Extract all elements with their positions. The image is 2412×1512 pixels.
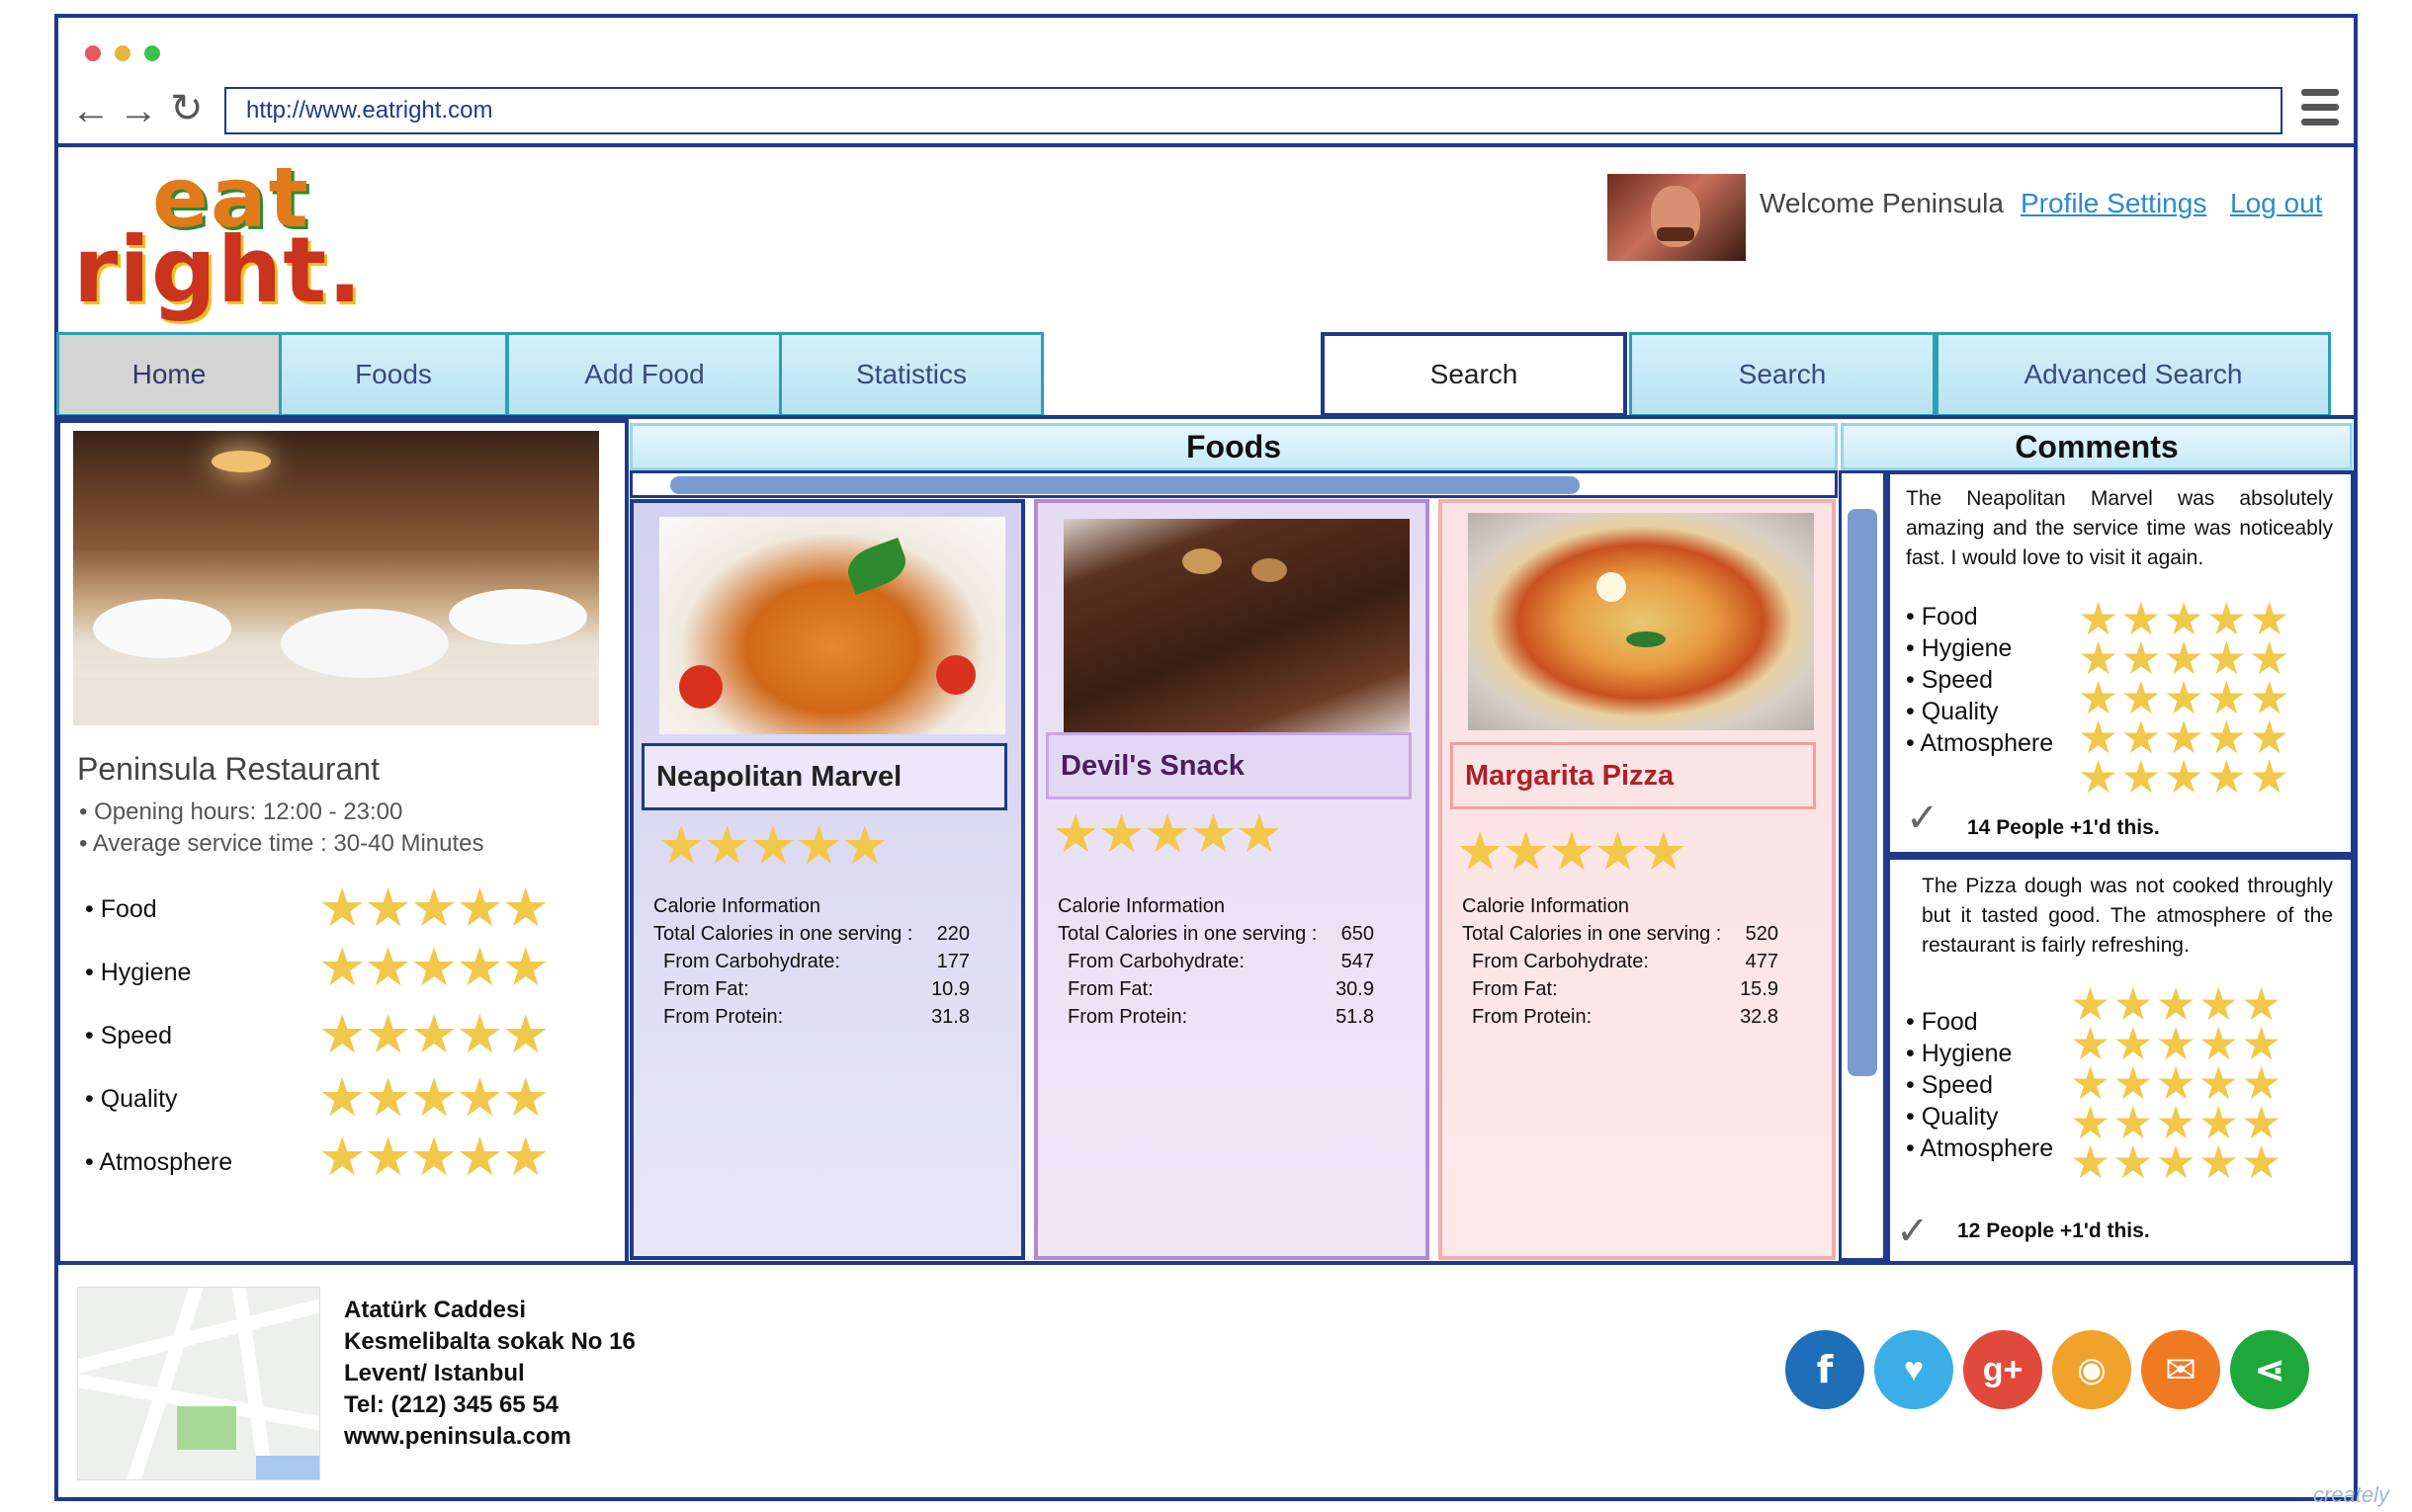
address-line: Levent/ Istanbul [344,1360,525,1386]
address-bar[interactable]: http://www.eatright.com [224,87,2283,134]
foods-header: Foods [630,423,1838,470]
email-icon[interactable]: ✉ [2141,1330,2220,1409]
food-image [1468,513,1814,730]
food-card[interactable]: Devil's Snack ★★★★★ Calorie Information … [1034,499,1429,1260]
comment-rating-stars: ★★★★★ ★★★★★ ★★★★★ ★★★★★ ★★★★★ [2070,978,2284,1188]
opening-hours: • Opening hours: 12:00 - 23:00 [79,798,403,825]
comment-rating-labels: • Food • Hygiene • Speed • Quality • Atm… [1906,603,2054,757]
nav-foods[interactable]: Foods [279,332,508,417]
comment-text: The Neapolitan Marvel was absolutely ama… [1906,487,2333,569]
nav-home[interactable]: Home [56,332,282,417]
website-link[interactable]: www.peninsula.com [344,1421,636,1453]
eatright-logo: eat right. [73,149,364,323]
footer-divider [54,1261,2358,1265]
checkmark-icon[interactable]: ✓ [1906,798,1939,838]
facebook-icon[interactable]: f [1785,1330,1864,1409]
address-line: Atatürk Caddesi [344,1297,527,1323]
chrome-divider [54,143,2358,147]
rating-stars-atmosphere: ★★★★★ [318,1128,550,1187]
foods-horizontal-scrollbar[interactable] [630,470,1838,498]
welcome-text: Welcome Peninsula [1760,188,2004,218]
nav-statistics[interactable]: Statistics [779,332,1044,417]
food-card[interactable]: Margarita Pizza ★★★★★ Calorie Informatio… [1438,499,1836,1260]
maximize-window-dot[interactable] [144,45,160,61]
service-time: • Average service time : 30-40 Minutes [79,830,484,857]
avatar[interactable] [1607,174,1746,261]
phone-number: Tel: (212) 345 65 54 [344,1391,560,1418]
creately-watermark: creately [2313,1482,2390,1507]
rating-stars-speed: ★★★★★ [318,1005,550,1064]
comment-likes: 14 People +1'd this. [1967,816,2160,839]
search-button[interactable]: Search [1629,332,1936,417]
horizontal-scroll-thumb[interactable] [670,476,1580,494]
minimize-window-dot[interactable] [115,45,130,61]
calorie-info: Calorie Information Total Calories in on… [1058,895,1374,1028]
comments-header: Comments [1841,423,2353,470]
forward-arrow-icon[interactable]: → [119,91,158,130]
rating-label-food: • Food [85,895,157,923]
rating-label-speed: • Speed [85,1022,172,1050]
rating-stars-quality: ★★★★★ [318,1068,550,1128]
food-rating-stars: ★★★★★ [657,816,889,876]
restaurant-photo [73,431,599,725]
food-rating-stars: ★★★★★ [1052,804,1283,864]
food-image [659,517,1005,734]
rating-label-atmosphere: • Atmosphere [85,1148,233,1176]
comment-rating-labels: • Food • Hygiene • Speed • Quality • Atm… [1906,1008,2054,1162]
rating-stars-hygiene: ★★★★★ [318,938,550,997]
rss-icon[interactable]: ◉ [2052,1330,2131,1409]
reload-icon[interactable]: ↻ [170,89,204,128]
comment-text: The Pizza dough was not cooked throughly… [1922,875,2333,957]
food-name[interactable]: Neapolitan Marvel [642,743,1007,810]
food-card[interactable]: Neapolitan Marvel ★★★★★ Calorie Informat… [630,499,1025,1260]
twitter-icon[interactable]: ♥ [1874,1330,1953,1409]
calorie-info: Calorie Information Total Calories in on… [653,895,970,1028]
back-arrow-icon[interactable]: ← [71,91,111,130]
address-block: Atatürk Caddesi Kesmelibalta sokak No 16… [344,1295,636,1453]
map-thumbnail[interactable] [77,1287,320,1480]
menu-icon[interactable] [2301,89,2339,128]
profile-settings-link[interactable]: Profile Settings [2021,188,2206,219]
logout-link[interactable]: Log out [2230,188,2322,219]
advanced-search-button[interactable]: Advanced Search [1936,332,2331,417]
food-name[interactable]: Margarita Pizza [1450,742,1816,809]
rating-stars-food: ★★★★★ [318,879,550,938]
food-rating-stars: ★★★★★ [1456,822,1687,882]
calorie-info: Calorie Information Total Calories in on… [1462,895,1778,1028]
search-input[interactable]: Search [1321,332,1627,417]
comments-vertical-scrollbar[interactable] [1839,470,1886,1261]
food-image [1064,519,1410,736]
vertical-scroll-thumb[interactable] [1848,509,1877,1076]
rating-label-hygiene: • Hygiene [85,959,192,986]
close-window-dot[interactable] [85,45,101,61]
address-line: Kesmelibalta sokak No 16 [344,1328,636,1355]
comment-rating-stars: ★★★★★ ★★★★★ ★★★★★ ★★★★★ ★★★★★ [2078,593,2292,802]
checkmark-icon[interactable]: ✓ [1896,1212,1930,1251]
rating-label-quality: • Quality [85,1085,178,1113]
comment-likes: 12 People +1'd this. [1957,1219,2150,1242]
nav-add-food[interactable]: Add Food [506,332,783,417]
google-plus-icon[interactable]: g+ [1963,1330,2042,1409]
share-icon[interactable]: ⋖ [2230,1330,2309,1409]
food-name[interactable]: Devil's Snack [1046,732,1412,799]
restaurant-name: Peninsula Restaurant [77,751,380,787]
